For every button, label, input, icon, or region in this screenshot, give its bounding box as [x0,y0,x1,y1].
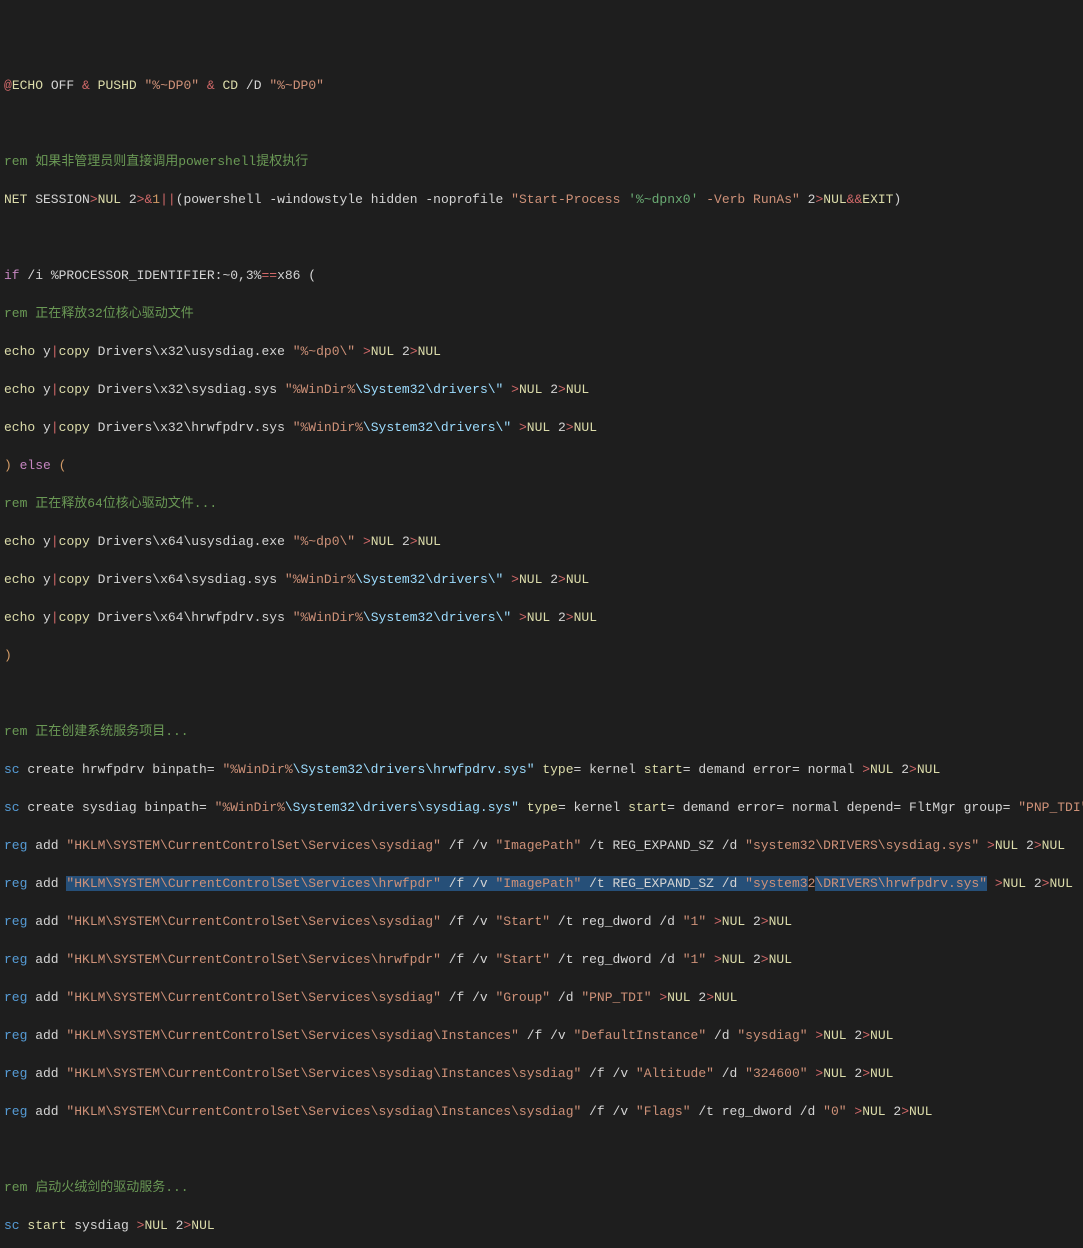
code-line[interactable]: rem 正在释放32位核心驱动文件 [4,304,1083,323]
code-line[interactable] [4,114,1083,133]
code-line[interactable]: sc create hrwfpdrv binpath= "%WinDir%\Sy… [4,760,1083,779]
comment: rem 如果非管理员则直接调用powershell提权执行 [4,154,308,169]
code-line[interactable]: rem 启动火绒剑的驱动服务... [4,1178,1083,1197]
code-line[interactable]: sc start sysdiag >NUL 2>NUL [4,1216,1083,1235]
code-line[interactable]: reg add "HKLM\SYSTEM\CurrentControlSet\S… [4,1102,1083,1121]
comment: rem 启动火绒剑的驱动服务... [4,1180,189,1195]
code-line[interactable]: reg add "HKLM\SYSTEM\CurrentControlSet\S… [4,836,1083,855]
code-line-highlighted[interactable]: reg add "HKLM\SYSTEM\CurrentControlSet\S… [4,874,1083,893]
code-line[interactable] [4,684,1083,703]
echo-keyword: ECHO [12,78,43,93]
code-line[interactable]: ) [4,646,1083,665]
code-line[interactable] [4,228,1083,247]
code-line[interactable]: echo y|copy Drivers\x64\usysdiag.exe "%~… [4,532,1083,551]
code-line[interactable]: reg add "HKLM\SYSTEM\CurrentControlSet\S… [4,950,1083,969]
code-line[interactable]: reg add "HKLM\SYSTEM\CurrentControlSet\S… [4,912,1083,931]
code-line[interactable]: reg add "HKLM\SYSTEM\CurrentControlSet\S… [4,1026,1083,1045]
code-line[interactable]: NET SESSION>NUL 2>&1||(powershell -windo… [4,190,1083,209]
code-line[interactable]: echo y|copy Drivers\x32\sysdiag.sys "%Wi… [4,380,1083,399]
comment: rem 正在释放32位核心驱动文件 [4,306,194,321]
code-editor-area[interactable]: @ECHO OFF & PUSHD "%~DP0" & CD /D "%~DP0… [0,57,1083,1248]
code-line[interactable]: sc create sysdiag binpath= "%WinDir%\Sys… [4,798,1083,817]
code-line[interactable]: rem 正在释放64位核心驱动文件... [4,494,1083,513]
code-line[interactable]: reg add "HKLM\SYSTEM\CurrentControlSet\S… [4,988,1083,1007]
code-line[interactable] [4,1140,1083,1159]
comment: rem 正在释放64位核心驱动文件... [4,496,217,511]
code-line[interactable]: echo y|copy Drivers\x32\usysdiag.exe "%~… [4,342,1083,361]
code-line[interactable]: rem 正在创建系统服务项目... [4,722,1083,741]
comment: rem 正在创建系统服务项目... [4,724,189,739]
if-keyword: if [4,268,20,283]
code-line[interactable]: reg add "HKLM\SYSTEM\CurrentControlSet\S… [4,1064,1083,1083]
code-line[interactable]: @ECHO OFF & PUSHD "%~DP0" & CD /D "%~DP0… [4,76,1083,95]
code-line[interactable]: echo y|copy Drivers\x64\sysdiag.sys "%Wi… [4,570,1083,589]
code-line[interactable]: if /i %PROCESSOR_IDENTIFIER:~0,3%==x86 ( [4,266,1083,285]
code-line[interactable]: rem 如果非管理员则直接调用powershell提权执行 [4,152,1083,171]
at-symbol: @ [4,78,12,93]
code-line[interactable]: echo y|copy Drivers\x32\hrwfpdrv.sys "%W… [4,418,1083,437]
else-keyword: else [12,458,59,473]
code-line[interactable]: ) else ( [4,456,1083,475]
code-line[interactable]: echo y|copy Drivers\x64\hrwfpdrv.sys "%W… [4,608,1083,627]
